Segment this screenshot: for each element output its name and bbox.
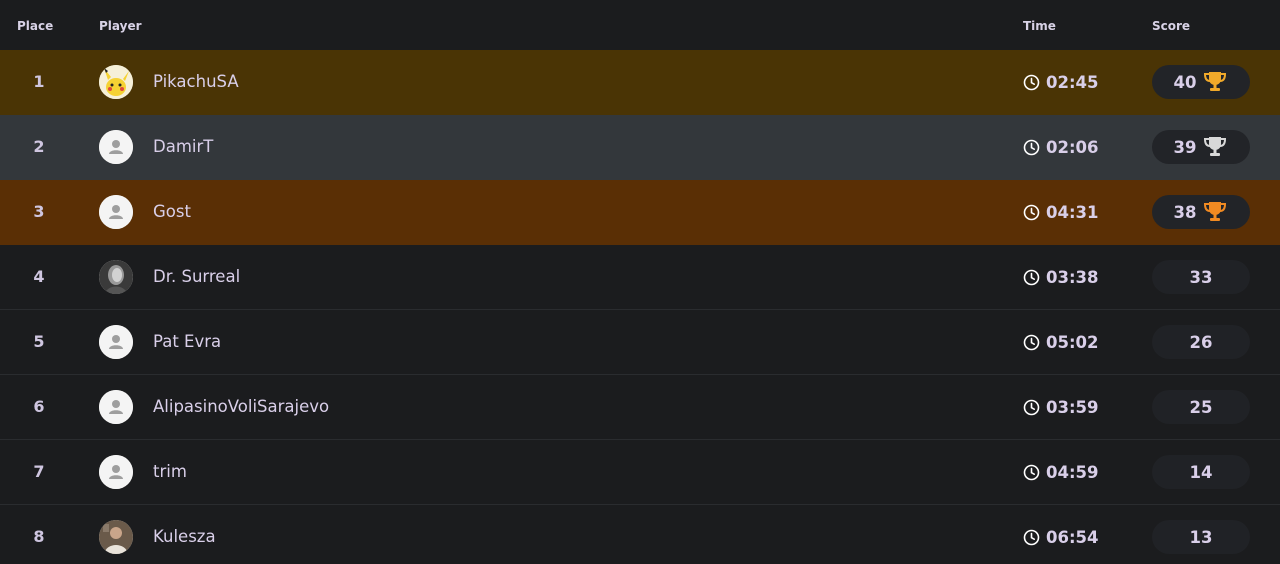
score-column-header: Score [1152, 19, 1191, 33]
bronze-trophy-icon [1204, 202, 1227, 221]
player-name[interactable]: Kulesza [153, 505, 216, 564]
player-name[interactable]: Pat Evra [153, 310, 221, 374]
clock-icon [1023, 334, 1040, 350]
time-value: 05:02 [1046, 332, 1099, 352]
time-cell: 05:02 [1023, 310, 1099, 374]
time-cell: 04:59 [1023, 440, 1099, 504]
time-cell: 03:38 [1023, 245, 1099, 309]
leaderboard-row[interactable]: 8 Kulesza 06:54 13 [0, 505, 1280, 564]
score-badge: 26 [1152, 325, 1250, 359]
place-column-header: Place [17, 19, 54, 33]
leaderboard-rows: 1 PikachuSA 02:45 40 2 DamirT 02:06 39 3… [0, 50, 1280, 564]
default-user-avatar[interactable] [99, 195, 133, 229]
default-user-avatar[interactable] [99, 130, 133, 164]
time-cell: 04:31 [1023, 180, 1099, 244]
clock-icon [1023, 529, 1040, 545]
player-name[interactable]: DamirT [153, 115, 213, 179]
score-value: 14 [1189, 462, 1213, 482]
score-badge: 13 [1152, 520, 1250, 554]
default-user-avatar[interactable] [99, 390, 133, 424]
place-number: 2 [33, 137, 45, 156]
time-value: 03:59 [1046, 397, 1099, 417]
score-badge: 39 [1152, 130, 1250, 164]
time-value: 04:59 [1046, 462, 1099, 482]
player-name[interactable]: Dr. Surreal [153, 245, 240, 309]
leaderboard-row[interactable]: 4 Dr. Surreal 03:38 33 [0, 245, 1280, 310]
player-name[interactable]: PikachuSA [153, 50, 239, 114]
score-value: 33 [1189, 267, 1213, 287]
time-cell: 06:54 [1023, 505, 1099, 564]
clock-icon [1023, 269, 1040, 285]
clock-icon [1023, 74, 1040, 90]
time-value: 02:06 [1046, 137, 1099, 157]
leaderboard-row[interactable]: 7 trim 04:59 14 [0, 440, 1280, 505]
leaderboard-row[interactable]: 1 PikachuSA 02:45 40 [0, 50, 1280, 115]
score-value: 13 [1189, 527, 1213, 547]
time-value: 04:31 [1046, 202, 1099, 222]
place-number: 1 [33, 72, 45, 91]
silver-trophy-icon [1204, 137, 1227, 156]
score-badge: 14 [1152, 455, 1250, 489]
place-number: 7 [33, 462, 45, 481]
time-value: 03:38 [1046, 267, 1099, 287]
default-user-avatar[interactable] [99, 325, 133, 359]
clock-icon [1023, 464, 1040, 480]
time-cell: 02:45 [1023, 50, 1099, 114]
player-name[interactable]: Gost [153, 180, 191, 244]
leaderboard-row[interactable]: 2 DamirT 02:06 39 [0, 115, 1280, 180]
clock-icon [1023, 399, 1040, 415]
leaderboard-row[interactable]: 6 AlipasinoVoliSarajevo 03:59 25 [0, 375, 1280, 440]
score-value: 39 [1173, 137, 1197, 157]
score-value: 38 [1173, 202, 1197, 222]
score-badge: 25 [1152, 390, 1250, 424]
score-badge: 40 [1152, 65, 1250, 99]
leaderboard-row[interactable]: 5 Pat Evra 05:02 26 [0, 310, 1280, 375]
score-value: 40 [1173, 72, 1197, 92]
time-value: 02:45 [1046, 72, 1099, 92]
leaderboard-row[interactable]: 3 Gost 04:31 38 [0, 180, 1280, 245]
player-column-header: Player [99, 19, 142, 33]
score-value: 26 [1189, 332, 1213, 352]
time-cell: 03:59 [1023, 375, 1099, 439]
score-value: 25 [1189, 397, 1213, 417]
player-name[interactable]: trim [153, 440, 187, 504]
time-value: 06:54 [1046, 527, 1099, 547]
leaderboard-header: Place Player Time Score [0, 0, 1280, 50]
leaderboard: Place Player Time Score 1 PikachuSA 02:4… [0, 0, 1280, 564]
photo-avatar[interactable] [99, 520, 133, 554]
place-number: 3 [33, 202, 45, 221]
place-number: 8 [33, 527, 45, 546]
place-number: 4 [33, 267, 45, 286]
place-number: 5 [33, 332, 45, 351]
clock-icon [1023, 139, 1040, 155]
time-column-header: Time [1023, 19, 1056, 33]
photo-avatar[interactable] [99, 260, 133, 294]
score-badge: 33 [1152, 260, 1250, 294]
default-user-avatar[interactable] [99, 455, 133, 489]
score-badge: 38 [1152, 195, 1250, 229]
clock-icon [1023, 204, 1040, 220]
player-name[interactable]: AlipasinoVoliSarajevo [153, 375, 329, 439]
place-number: 6 [33, 397, 45, 416]
pikachu-avatar[interactable] [99, 65, 133, 99]
gold-trophy-icon [1204, 72, 1227, 91]
time-cell: 02:06 [1023, 115, 1099, 179]
